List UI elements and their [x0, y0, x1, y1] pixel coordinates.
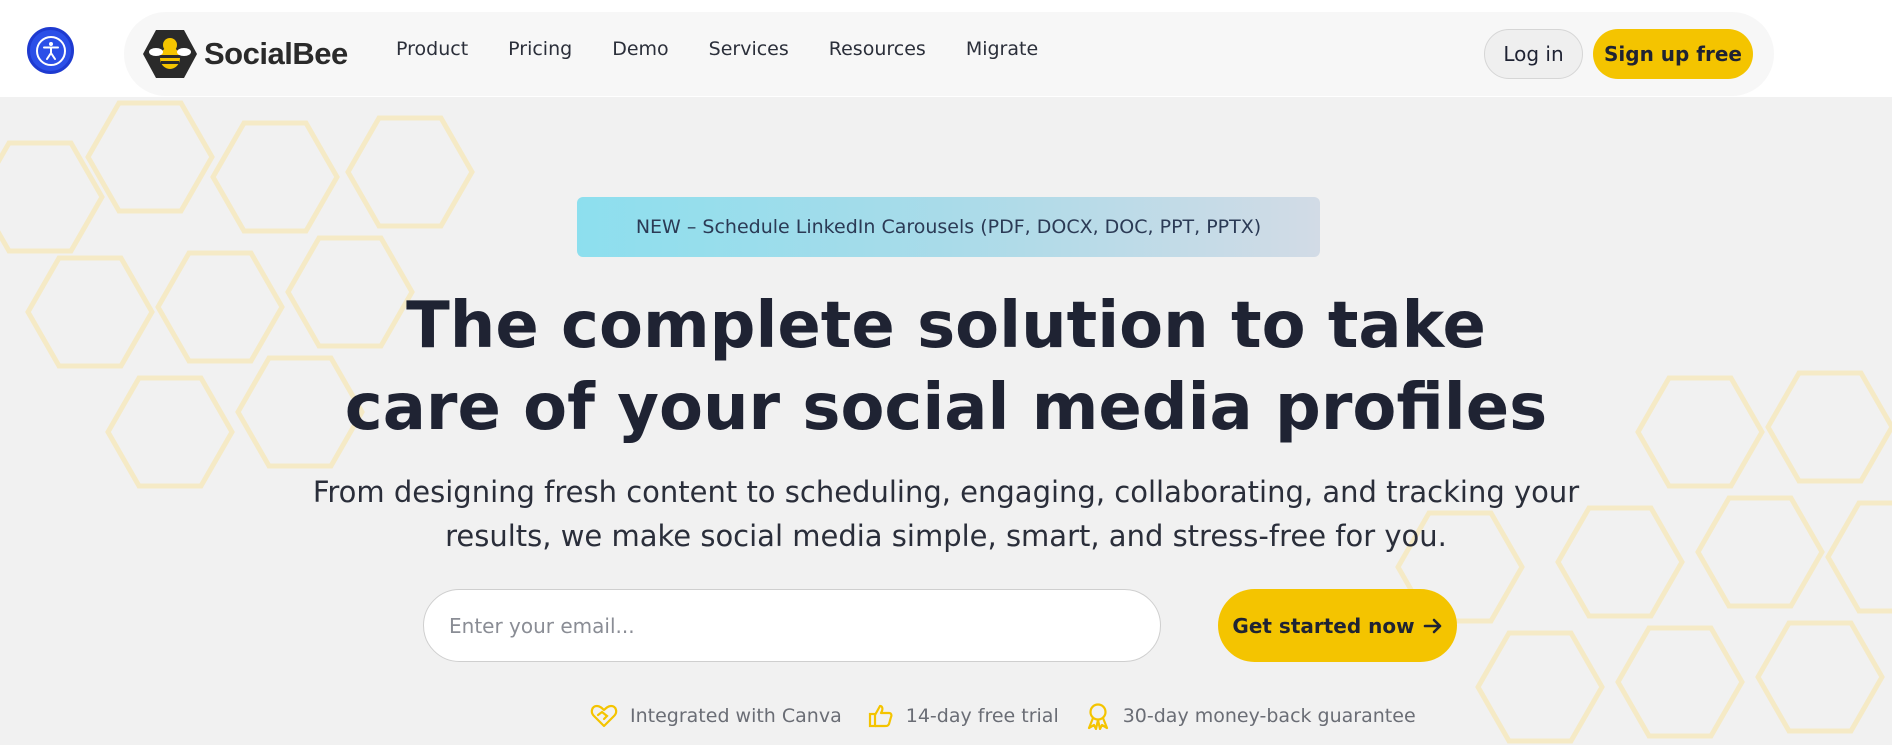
headline-line-2: care of your social media profiles	[344, 371, 1548, 445]
nav-menu: Product Pricing Demo Services Resources …	[396, 38, 1078, 60]
nav-item-pricing[interactable]: Pricing	[508, 38, 572, 60]
get-started-button[interactable]: Get started now	[1218, 589, 1457, 662]
brand-name: SocialBee	[204, 36, 348, 71]
award-ribbon-icon	[1087, 703, 1108, 730]
brand-logo[interactable]: SocialBee	[142, 28, 348, 80]
headline-line-1: The complete solution to take	[406, 289, 1486, 363]
nav-item-demo[interactable]: Demo	[612, 38, 668, 60]
nav-item-services[interactable]: Services	[709, 38, 789, 60]
nav-item-product[interactable]: Product	[396, 38, 468, 60]
announcement-banner[interactable]: NEW – Schedule LinkedIn Carousels (PDF, …	[577, 197, 1320, 257]
get-started-label: Get started now	[1232, 613, 1415, 638]
thumbs-up-icon	[868, 704, 893, 728]
feature-trial: 14-day free trial	[868, 703, 1059, 729]
accessibility-icon	[35, 35, 66, 66]
feature-guarantee-label: 30-day money-back guarantee	[1122, 705, 1416, 727]
hero-headline: The complete solution to take care of yo…	[300, 285, 1592, 449]
nav-item-resources[interactable]: Resources	[829, 38, 926, 60]
arrow-right-icon	[1423, 618, 1441, 633]
feature-list: Integrated with Canva 14-day free trial …	[590, 702, 1442, 730]
hero-subtext: From designing fresh content to scheduli…	[300, 470, 1592, 558]
nav-item-migrate[interactable]: Migrate	[966, 38, 1038, 60]
heart-handshake-icon	[590, 704, 618, 728]
bee-hexagon-icon	[143, 30, 197, 78]
subtext-line-1: From designing fresh content to scheduli…	[312, 475, 1580, 509]
feature-guarantee: 30-day money-back guarantee	[1085, 702, 1416, 730]
subtext-line-2: results, we make social media simple, sm…	[445, 519, 1447, 553]
feature-trial-label: 14-day free trial	[905, 705, 1059, 727]
signup-button[interactable]: Sign up free	[1593, 29, 1753, 79]
feature-canva: Integrated with Canva	[590, 703, 842, 729]
accessibility-button[interactable]	[27, 27, 74, 74]
email-input[interactable]	[423, 589, 1161, 662]
feature-canva-label: Integrated with Canva	[630, 705, 842, 727]
login-button[interactable]: Log in	[1484, 29, 1583, 79]
